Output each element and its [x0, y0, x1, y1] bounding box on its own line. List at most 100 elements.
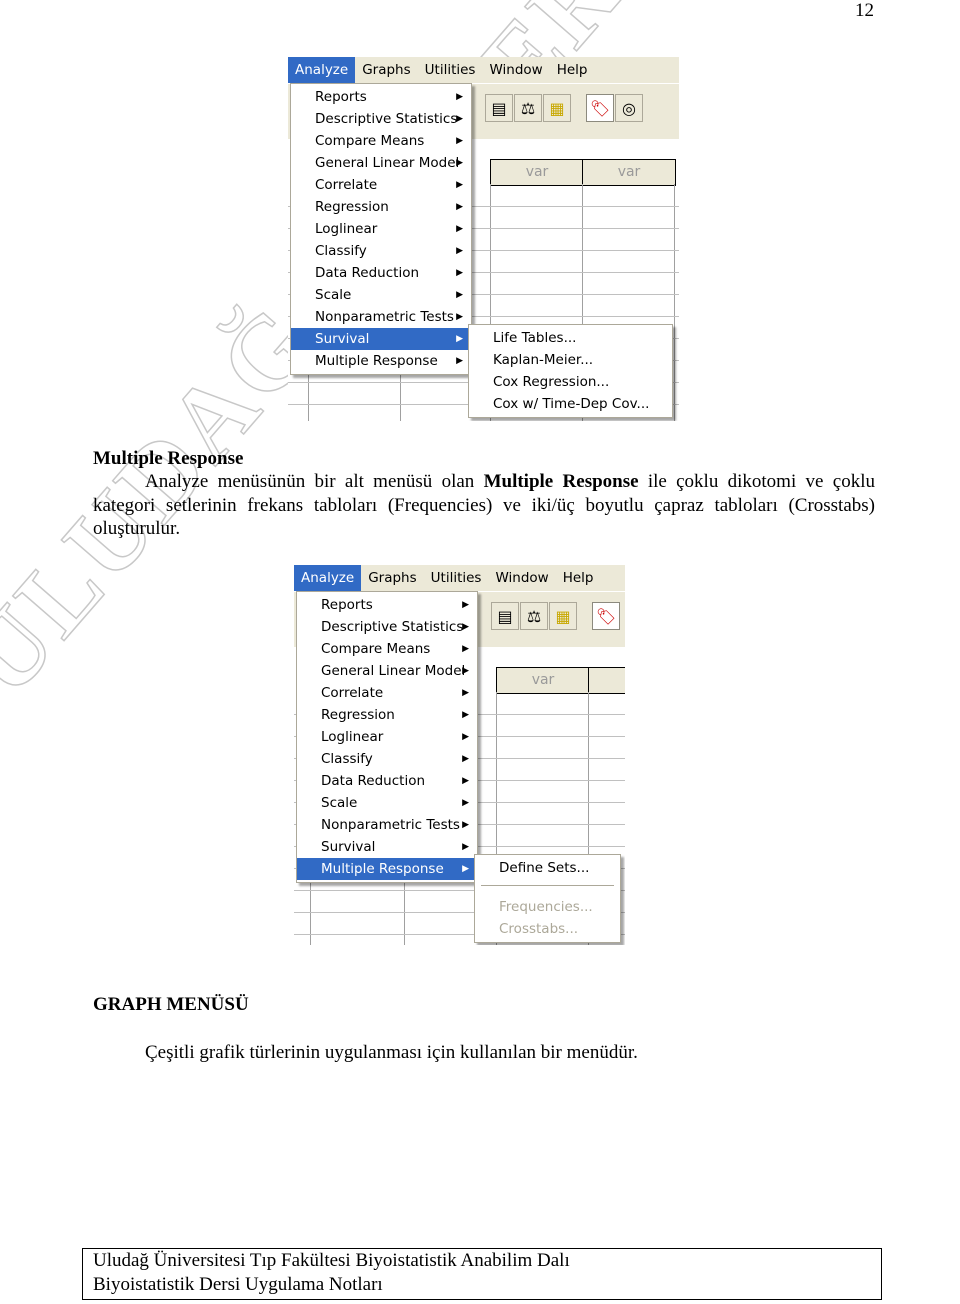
menu-item-general-linear-model[interactable]: General Linear Model ▶ [291, 152, 471, 174]
column-header[interactable] [588, 667, 625, 694]
menu-item-loglinear[interactable]: Loglinear ▶ [291, 218, 471, 240]
menu-item-label: Reports [321, 597, 373, 613]
menu-item-correlate[interactable]: Correlate ▶ [291, 174, 471, 196]
menu-item-label: Loglinear [321, 729, 384, 745]
submenu-arrow-icon: ▶ [462, 798, 469, 808]
menu-item-multiple-response[interactable]: Multiple Response ▶ [297, 858, 477, 880]
para-bold-term: Multiple Response [483, 471, 639, 492]
spss-screenshot-multiple-response: Analyze Graphs Utilities Window Help ▤ ⚖… [294, 565, 625, 945]
menu-item-data-reduction[interactable]: Data Reduction ▶ [291, 262, 471, 284]
menu-item-multiple-response[interactable]: Multiple Response ▶ [291, 350, 471, 372]
menu-item-data-reduction[interactable]: Data Reduction ▶ [297, 770, 477, 792]
menu-item-survival[interactable]: Survival ▶ [297, 836, 477, 858]
menu-item-correlate[interactable]: Correlate ▶ [297, 682, 477, 704]
menu-item-label: Nonparametric Tests [315, 309, 454, 325]
menu-item-regression[interactable]: Regression ▶ [297, 704, 477, 726]
menu-window[interactable]: Window [488, 565, 555, 591]
menu-item-classify[interactable]: Classify ▶ [297, 748, 477, 770]
menu-item-cox-regression[interactable]: Cox Regression... [469, 371, 672, 393]
sets-icon[interactable]: ◎ [615, 94, 643, 122]
table-goto-icon[interactable]: ▦ [543, 94, 571, 122]
menu-item-label: Compare Means [321, 641, 431, 657]
submenu-arrow-icon: ▶ [456, 312, 463, 322]
menu-item-general-linear-model[interactable]: General Linear Model ▶ [297, 660, 477, 682]
menu-item-classify[interactable]: Classify ▶ [291, 240, 471, 262]
scale-icon[interactable]: ⚖ [520, 602, 548, 630]
para-text: Analyze menüsünün bir alt menüsü olan [145, 471, 484, 492]
submenu-arrow-icon: ▶ [462, 776, 469, 786]
submenu-arrow-icon: ▶ [456, 356, 463, 366]
submenu-arrow-icon: ▶ [456, 114, 463, 124]
submenu-arrow-icon: ▶ [462, 644, 469, 654]
menu-item-define-sets[interactable]: Define Sets... [475, 857, 620, 879]
menu-utilities[interactable]: Utilities [418, 57, 483, 83]
menu-item-reports[interactable]: Reports ▶ [291, 86, 471, 108]
menu-item-life-tables[interactable]: Life Tables... [469, 327, 672, 349]
column-header[interactable]: var [582, 159, 676, 186]
menu-help[interactable]: Help [550, 57, 595, 83]
submenu-arrow-icon: ▶ [462, 842, 469, 852]
menu-item-nonparametric-tests[interactable]: Nonparametric Tests ▶ [297, 814, 477, 836]
menu-utilities[interactable]: Utilities [424, 565, 489, 591]
menu-item-label: Data Reduction [321, 773, 426, 789]
submenu-arrow-icon: ▶ [462, 754, 469, 764]
column-header[interactable]: var [496, 667, 590, 694]
spss-screenshot-survival: Analyze Graphs Utilities Window Help ▤ ⚖… [288, 57, 679, 421]
submenu-arrow-icon: ▶ [456, 246, 463, 256]
menu-item-regression[interactable]: Regression ▶ [291, 196, 471, 218]
menu-item-compare-means[interactable]: Compare Means ▶ [297, 638, 477, 660]
submenu-arrow-icon: ▶ [456, 224, 463, 234]
menu-item-label: Regression [315, 199, 389, 215]
submenu-arrow-icon: ▶ [462, 710, 469, 720]
menu-item-label: Nonparametric Tests [321, 817, 460, 833]
submenu-arrow-icon: ▶ [456, 158, 463, 168]
submenu-arrow-icon: ▶ [456, 202, 463, 212]
menu-item-scale[interactable]: Scale ▶ [297, 792, 477, 814]
menu-graphs[interactable]: Graphs [361, 565, 423, 591]
menu-item-survival[interactable]: Survival ▶ [291, 328, 471, 350]
submenu-arrow-icon: ▶ [462, 666, 469, 676]
menu-item-loglinear[interactable]: Loglinear ▶ [297, 726, 477, 748]
submenu-arrow-icon: ▶ [456, 136, 463, 146]
menu-item-kaplan-meier[interactable]: Kaplan-Meier... [469, 349, 672, 371]
menu-item-label: Multiple Response [321, 861, 444, 877]
menu-separator [481, 885, 614, 886]
submenu-arrow-icon: ▶ [456, 92, 463, 102]
survival-submenu: Life Tables... Kaplan-Meier... Cox Regre… [468, 324, 673, 418]
footer-line-course: Biyoistatistik Dersi Uygulama Notları [93, 1274, 383, 1295]
menu-item-label: Classify [321, 751, 373, 767]
menu-item-reports[interactable]: Reports ▶ [297, 594, 477, 616]
grid-icon[interactable]: ▤ [491, 602, 519, 630]
submenu-arrow-icon: ▶ [462, 622, 469, 632]
menu-item-label: Regression [321, 707, 395, 723]
value-labels-icon[interactable]: 🏷 [592, 602, 620, 630]
menu-item-cox-time-dep[interactable]: Cox w/ Time-Dep Cov... [469, 393, 672, 415]
menu-analyze[interactable]: Analyze [288, 57, 356, 83]
menu-item-descriptive-statistics[interactable]: Descriptive Statistics ▶ [297, 616, 477, 638]
menu-item-label: Scale [315, 287, 352, 303]
menu-analyze[interactable]: Analyze [294, 565, 362, 591]
menu-item-nonparametric-tests[interactable]: Nonparametric Tests ▶ [291, 306, 471, 328]
menubar: Analyze Graphs Utilities Window Help [294, 565, 625, 591]
menu-item-scale[interactable]: Scale ▶ [291, 284, 471, 306]
menubar: Analyze Graphs Utilities Window Help [288, 57, 679, 83]
menu-item-label: Loglinear [315, 221, 378, 237]
menu-graphs[interactable]: Graphs [355, 57, 417, 83]
menu-item-label: General Linear Model [315, 155, 460, 171]
menu-window[interactable]: Window [482, 57, 549, 83]
submenu-arrow-icon: ▶ [456, 334, 463, 344]
column-header[interactable]: var [490, 159, 584, 186]
menu-item-label: Multiple Response [315, 353, 438, 369]
menu-item-label: Correlate [321, 685, 384, 701]
analyze-menu: Reports ▶ Descriptive Statistics ▶ Compare M… [296, 591, 478, 883]
menu-help[interactable]: Help [556, 565, 601, 591]
scale-icon[interactable]: ⚖ [514, 94, 542, 122]
footer-line-institution: Uludağ Üniversitesi Tıp Fakültesi Biyois… [93, 1250, 570, 1271]
menu-item-label: Classify [315, 243, 367, 259]
submenu-arrow-icon: ▶ [462, 600, 469, 610]
menu-item-descriptive-statistics[interactable]: Descriptive Statistics ▶ [291, 108, 471, 130]
grid-icon[interactable]: ▤ [485, 94, 513, 122]
menu-item-compare-means[interactable]: Compare Means ▶ [291, 130, 471, 152]
value-labels-icon[interactable]: 🏷 [586, 94, 614, 122]
table-goto-icon[interactable]: ▦ [549, 602, 577, 630]
